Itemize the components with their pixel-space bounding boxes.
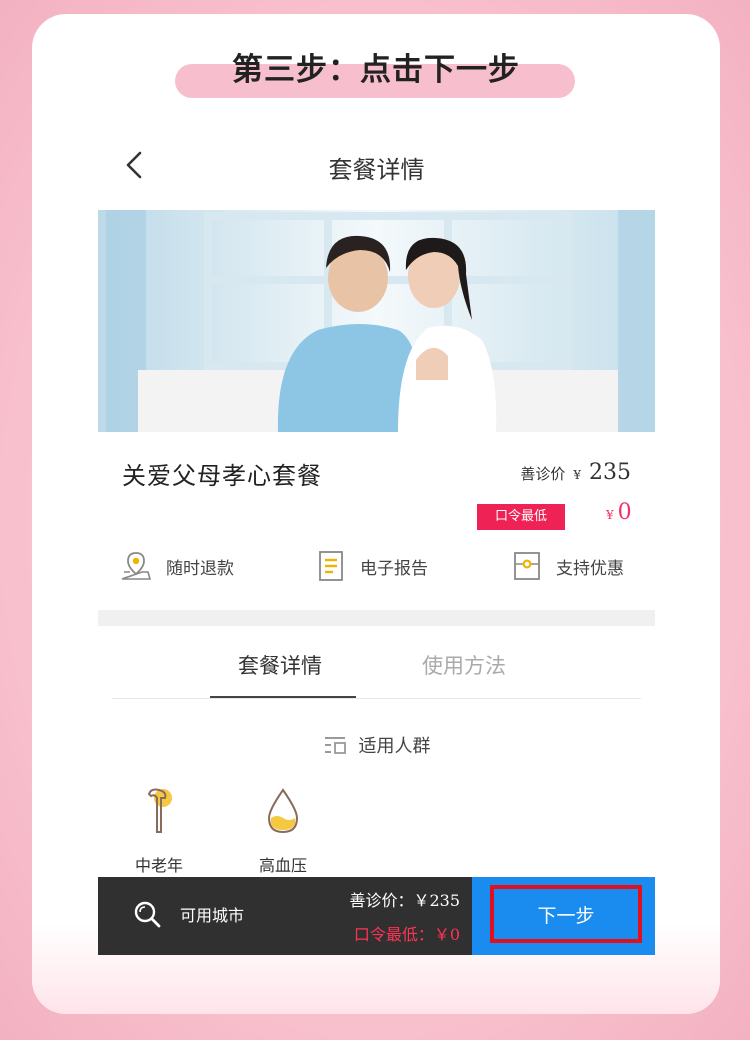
price-label: 善诊价: [520, 465, 566, 483]
cane-icon: [147, 788, 172, 833]
bottom-bar: 可用城市 善诊价：￥235 口令最低：￥0 下一步: [98, 877, 655, 955]
tab-usage[interactable]: 使用方法: [422, 650, 506, 680]
feature-discount: 支持优惠: [512, 550, 624, 582]
feature-label: 电子报告: [360, 558, 428, 579]
available-cities-label: 可用城市: [180, 906, 245, 925]
section-divider: [98, 610, 655, 626]
code-badge: 口令最低: [477, 504, 565, 530]
crowd-item-hypertension: 高血压: [228, 786, 338, 876]
crowd-item-elderly: 中老年: [104, 786, 214, 876]
phone-screen: 套餐详情 关爱父母孝心套餐 善诊价 ¥ 235 口令最低 ¥ 0 随时退款 电子…: [98, 126, 655, 955]
hero-photo: [98, 210, 655, 432]
search-icon: [134, 901, 161, 928]
list-icon: [324, 737, 346, 754]
feature-row: 随时退款 电子报告 支持优惠: [98, 550, 655, 590]
code-price: ¥ 0: [606, 500, 632, 525]
available-cities-button[interactable]: 可用城市: [132, 899, 244, 929]
bar-code-price: 口令最低：￥0: [353, 925, 460, 944]
feature-label: 支持优惠: [556, 558, 624, 579]
feature-refund: 随时退款: [120, 550, 234, 582]
document-icon: [319, 551, 343, 581]
tab-package-details[interactable]: 套餐详情: [238, 650, 322, 680]
section-heading: 适用人群: [98, 732, 655, 758]
bar-prices: 善诊价：￥235 口令最低：￥0: [330, 887, 460, 945]
bar-price: 善诊价：￥235: [349, 891, 460, 910]
section-title: 适用人群: [358, 736, 431, 757]
feature-report: 电子报告: [316, 550, 428, 582]
feature-label: 随时退款: [166, 558, 234, 579]
page-title: 套餐详情: [328, 156, 425, 184]
next-step-highlight[interactable]: 下一步: [490, 885, 642, 943]
crowd-label: 高血压: [258, 856, 307, 875]
crowd-label: 中老年: [134, 856, 183, 875]
next-step-button[interactable]: 下一步: [472, 877, 655, 955]
package-name: 关爱父母孝心套餐: [122, 462, 322, 490]
step-banner-title: 第三步：点击下一步: [232, 52, 520, 88]
next-step-label: 下一步: [537, 904, 595, 927]
location-refund-icon: [121, 552, 152, 580]
price-currency: ¥: [573, 468, 581, 482]
price-value: 235: [589, 460, 631, 485]
tab-bar: 套餐详情 使用方法: [98, 636, 655, 700]
code-price-currency: ¥: [606, 508, 614, 522]
blood-drop-icon: [267, 788, 299, 834]
code-price-value: 0: [617, 500, 632, 525]
price-row: 善诊价 ¥ 235: [520, 460, 631, 485]
coupon-icon: [514, 552, 540, 580]
